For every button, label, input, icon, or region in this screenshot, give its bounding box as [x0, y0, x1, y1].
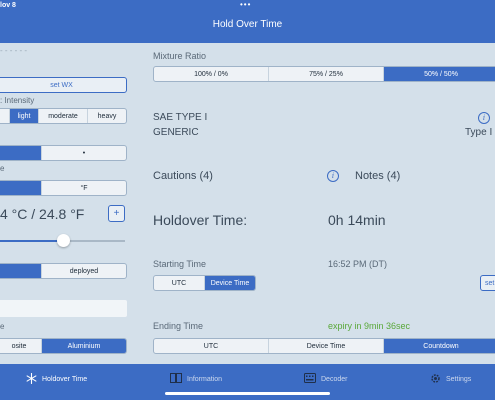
intensity-option-light[interactable]: light — [10, 109, 39, 123]
material-label: e — [0, 322, 5, 331]
tab-settings[interactable]: Settings — [430, 373, 471, 386]
fluid-type-short: Type I — [465, 127, 493, 138]
fluid-info-icon[interactable]: i — [478, 112, 490, 124]
home-indicator — [165, 392, 330, 395]
gear-icon — [430, 373, 441, 386]
notes-info-icon[interactable]: i — [327, 170, 339, 182]
intensity-option-0[interactable] — [0, 109, 10, 123]
tab-label: Information — [187, 375, 223, 383]
end-time-segment: UTC Device Time Countdown — [153, 338, 495, 354]
book-icon — [170, 373, 182, 385]
holdover-time-value: 0h 14min — [328, 212, 386, 228]
end-option-device-time[interactable]: Device Time — [269, 339, 384, 353]
status-time: lov 8 — [0, 2, 16, 9]
unit-option-c[interactable] — [0, 181, 42, 195]
tab-label: Decoder — [321, 375, 348, 383]
fluid-name: GENERIC — [153, 127, 199, 138]
start-time-segment: UTC Device Time — [153, 275, 256, 291]
mixture-option-75-25[interactable]: 75% / 25% — [269, 67, 384, 81]
set-wx-button[interactable]: set WX — [0, 77, 127, 93]
precip-type-segment: • — [0, 145, 127, 161]
material-option-aluminium[interactable]: Aluminium — [42, 339, 126, 353]
intensity-option-heavy[interactable]: heavy — [88, 109, 126, 123]
mixture-option-100-0[interactable]: 100% / 0% — [154, 67, 269, 81]
precip-option-0[interactable] — [0, 146, 42, 160]
start-option-device-time[interactable]: Device Time — [205, 276, 255, 290]
starting-time-value: 16:52 PM (DT) — [328, 259, 388, 269]
material-option-composite[interactable]: osite — [0, 339, 42, 353]
material-segment: osite Aluminium — [0, 338, 127, 354]
flap-option-deployed[interactable]: deployed — [42, 264, 126, 278]
ending-time-label: Ending Time — [153, 321, 204, 331]
slider-track — [63, 240, 125, 242]
temperature-label: e — [0, 164, 5, 173]
tab-information[interactable]: Information — [170, 373, 222, 385]
expiry-countdown: expiry in 9min 36sec — [328, 321, 411, 331]
tab-label: Holdover Time — [42, 376, 88, 383]
mixture-ratio-label: Mixture Ratio — [153, 51, 207, 61]
slider-fill — [0, 240, 63, 242]
flap-option-0[interactable] — [0, 264, 42, 278]
starting-time-label: Starting Time — [153, 259, 207, 269]
unit-option-f[interactable]: °F — [42, 181, 126, 195]
temperature-plus-button[interactable]: + — [108, 205, 125, 222]
tab-label: Settings — [446, 376, 472, 383]
fluid-type: SAE TYPE I — [153, 112, 208, 123]
tab-holdover-time[interactable]: Holdover Time — [26, 372, 88, 386]
text-input[interactable] — [0, 300, 127, 317]
flap-segment: deployed — [0, 263, 127, 279]
tab-decoder[interactable]: Decoder — [304, 373, 347, 385]
left-divider-dashes: - - - - - - — [0, 46, 28, 55]
start-option-utc[interactable]: UTC — [154, 276, 205, 290]
intensity-option-moderate[interactable]: moderate — [39, 109, 88, 123]
precip-option-1[interactable]: • — [42, 146, 126, 160]
end-option-countdown[interactable]: Countdown — [384, 339, 495, 353]
mixture-segment: 100% / 0% 75% / 25% 50% / 50% — [153, 66, 495, 82]
temperature-slider[interactable] — [0, 234, 125, 247]
page-title: Hold Over Time — [212, 19, 283, 30]
slider-thumb[interactable] — [57, 234, 70, 247]
mixture-option-50-50[interactable]: 50% / 50% — [384, 67, 495, 81]
holdover-time-label: Holdover Time: — [153, 212, 248, 228]
keyboard-icon — [304, 373, 316, 385]
cautions-link[interactable]: Cautions (4) — [153, 170, 213, 182]
precip-intensity-label: : Intensity — [0, 96, 35, 105]
unit-segment: °F — [0, 180, 127, 196]
temperature-value: 4 °C / 24.8 °F — [0, 206, 85, 222]
multitask-dots[interactable]: ••• — [240, 0, 251, 9]
end-option-utc[interactable]: UTC — [154, 339, 269, 353]
notes-link[interactable]: Notes (4) — [355, 170, 400, 182]
set-start-time-button[interactable]: set — [480, 275, 495, 291]
snowflake-icon — [26, 372, 37, 386]
intensity-segment: light moderate heavy — [0, 108, 127, 124]
